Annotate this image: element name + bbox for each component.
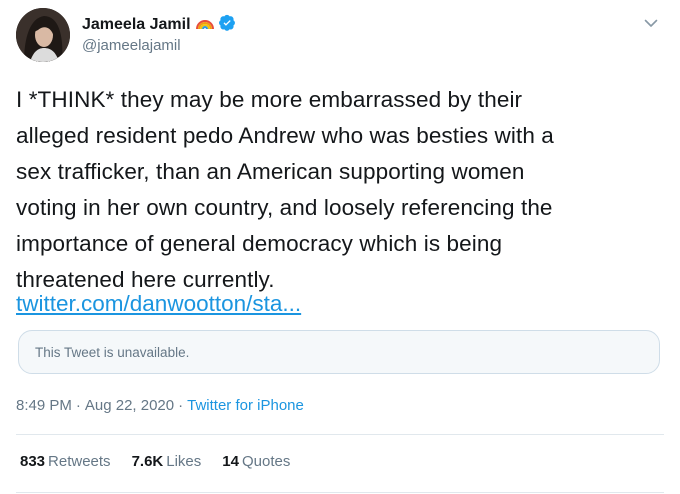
quotes-label: Quotes — [241, 453, 291, 470]
quoted-tweet-box[interactable]: This Tweet is unavailable. — [18, 330, 660, 374]
tweet-date[interactable]: Aug 22, 2020 — [85, 397, 174, 414]
likes-count: 7.6K — [131, 453, 164, 470]
retweets-label: Retweets — [48, 453, 111, 470]
divider — [16, 492, 664, 493]
tweet-text-line: sex trafficker, than an American support… — [16, 159, 525, 184]
tweet-text-line: alleged resident pedo Andrew who was bes… — [16, 123, 554, 148]
quotes-stat[interactable]: 14 Quotes — [222, 453, 290, 470]
avatar-photo-icon — [16, 8, 70, 62]
author-name-row[interactable]: Jameela Jamil — [82, 14, 236, 36]
likes-label: Likes — [166, 453, 202, 470]
tweet-stats: 833 Retweets 7.6K Likes 14 Quotes — [20, 453, 290, 470]
tweet-source-link[interactable]: Twitter for iPhone — [187, 397, 304, 414]
meta-separator: · — [178, 397, 184, 414]
meta-separator: · — [75, 397, 81, 414]
verified-badge-icon — [218, 14, 236, 36]
author-handle[interactable]: @jameelajamil — [82, 37, 181, 54]
tweet-text: I *THINK* they may be more embarrassed b… — [16, 82, 656, 298]
tweet-text-line: voting in her own country, and loosely r… — [16, 195, 553, 220]
divider — [16, 434, 664, 435]
tweet-text-line: importance of general democracy which is… — [16, 231, 503, 256]
quotes-count: 14 — [222, 453, 239, 470]
tweet-link[interactable]: twitter.com/danwootton/sta... — [16, 286, 301, 322]
tweet-time[interactable]: 8:49 PM — [16, 397, 72, 414]
chevron-down-icon[interactable] — [640, 12, 662, 34]
rainbow-icon — [195, 16, 214, 35]
avatar[interactable] — [16, 8, 70, 62]
author-name[interactable]: Jameela Jamil — [82, 16, 191, 34]
quoted-tweet-unavailable-text: This Tweet is unavailable. — [35, 345, 190, 360]
retweets-stat[interactable]: 833 Retweets — [20, 453, 111, 470]
tweet-text-line: I *THINK* they may be more embarrassed b… — [16, 87, 523, 112]
tweet-card: Jameela Jamil @jameelajamil I *THINK* th… — [0, 0, 680, 494]
retweets-count: 833 — [20, 453, 46, 470]
tweet-meta: 8:49 PM · Aug 22, 2020 · Twitter for iPh… — [16, 397, 304, 414]
likes-stat[interactable]: 7.6K Likes — [132, 453, 202, 470]
